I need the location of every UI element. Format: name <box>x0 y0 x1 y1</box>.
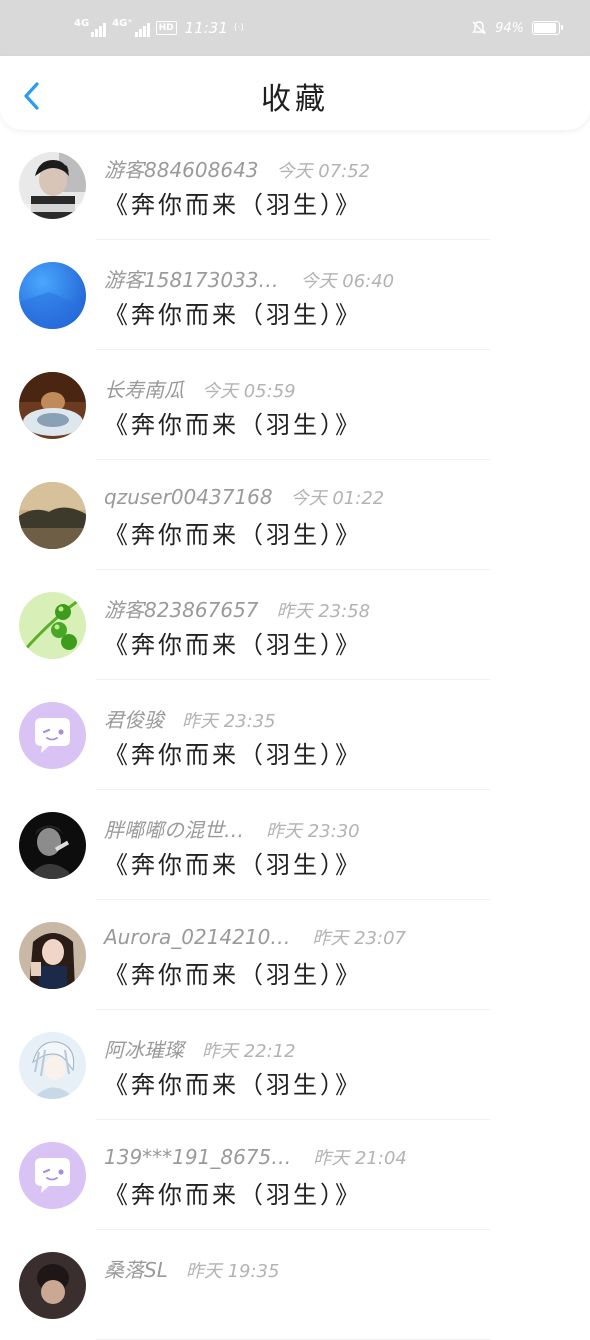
signal-icon-2: 4G⁺ <box>112 18 150 37</box>
timestamp: 今天 05:59 <box>202 381 296 402</box>
list-item[interactable]: qzuser00437168 今天 01:22 《奔你而来（羽生）》 <box>0 460 590 570</box>
page-title: 收藏 <box>261 82 329 117</box>
timestamp: 昨天 23:30 <box>266 821 360 842</box>
avatar[interactable] <box>19 922 86 989</box>
status-bar: 4G 4G⁺ HD 11:31 (·) 94% <box>0 0 590 56</box>
avatar[interactable] <box>19 812 86 879</box>
list-item[interactable]: 长寿南瓜 今天 05:59 《奔你而来（羽生）》 <box>0 350 590 460</box>
avatar-image <box>19 1252 86 1319</box>
user-name: 游客884608643 <box>104 158 259 182</box>
list-item[interactable]: 阿冰璀璨 昨天 22:12 《奔你而来（羽生）》 <box>0 1010 590 1120</box>
list-item[interactable]: 游客884608643 今天 07:52 《奔你而来（羽生）》 <box>0 130 590 240</box>
favorite-title: 《奔你而来（羽生）》 <box>104 741 362 769</box>
hd-badge: HD <box>155 21 177 35</box>
timestamp: 昨天 22:12 <box>202 1041 296 1062</box>
list-item[interactable]: 游客158173033… 今天 06:40 《奔你而来（羽生）》 <box>0 240 590 350</box>
signal-icon: 4G <box>74 18 107 37</box>
favorites-list: 游客884608643 今天 07:52 《奔你而来（羽生）》 游客15817303… <box>0 130 590 1340</box>
timestamp: 昨天 21:04 <box>313 1148 407 1169</box>
timestamp: 今天 06:40 <box>300 271 395 292</box>
avatar[interactable] <box>19 1252 86 1319</box>
favorite-title: 《奔你而来（羽生）》 <box>104 301 362 329</box>
nfc-icon: (·) <box>233 23 244 33</box>
battery-percent: 94% <box>495 20 524 36</box>
timestamp: 昨天 23:58 <box>276 601 371 622</box>
clock: 11:31 <box>184 19 228 37</box>
status-right: 94% <box>471 18 563 38</box>
item-meta: 游客884608643 今天 07:52 <box>104 154 370 183</box>
list-item[interactable]: 139***191_8675… 昨天 21:04 《奔你而来（羽生）》 <box>0 1120 590 1230</box>
avatar-image <box>19 922 86 989</box>
item-meta: 长寿南瓜 今天 05:59 <box>104 374 296 403</box>
favorite-title: 《奔你而来（羽生）》 <box>104 191 362 219</box>
timestamp: 昨天 23:07 <box>312 928 406 949</box>
network-type-1: 4G <box>74 18 90 29</box>
user-name: 君俊骏 <box>104 708 164 732</box>
avatar-image <box>19 152 86 219</box>
user-name: 长寿南瓜 <box>104 378 184 402</box>
timestamp: 昨天 23:35 <box>182 711 276 732</box>
user-name: Aurora_0214210… <box>104 925 291 949</box>
avatar[interactable] <box>19 482 86 549</box>
list-item[interactable]: 桑落SL 昨天 19:35 <box>0 1230 590 1340</box>
default-avatar-icon <box>19 702 86 769</box>
favorite-title: 《奔你而来（羽生）》 <box>104 521 362 549</box>
user-name: 胖嘟嘟の混世… <box>104 818 244 842</box>
timestamp: 昨天 19:35 <box>185 1261 280 1282</box>
item-meta: 139***191_8675… 昨天 21:04 <box>104 1144 407 1170</box>
item-meta: Aurora_0214210… 昨天 23:07 <box>104 924 406 950</box>
header: 收藏 <box>0 56 590 130</box>
avatar[interactable] <box>19 262 86 329</box>
default-avatar-icon <box>19 1142 86 1209</box>
favorite-title: 《奔你而来（羽生）》 <box>104 411 362 439</box>
avatar[interactable] <box>19 1032 86 1099</box>
user-name: 游客823867657 <box>104 598 259 622</box>
favorite-title: 《奔你而来（羽生）》 <box>104 961 362 989</box>
user-name: 桑落SL <box>104 1258 168 1282</box>
avatar[interactable] <box>19 1142 86 1209</box>
network-type-2: 4G⁺ <box>112 18 133 29</box>
item-meta: 胖嘟嘟の混世… 昨天 23:30 <box>104 814 360 843</box>
list-item[interactable]: 君俊骏 昨天 23:35 《奔你而来（羽生）》 <box>0 680 590 790</box>
avatar-image <box>19 482 86 549</box>
item-meta: 君俊骏 昨天 23:35 <box>104 704 276 733</box>
list-item[interactable]: Aurora_0214210… 昨天 23:07 《奔你而来（羽生）》 <box>0 900 590 1010</box>
battery-icon <box>532 21 563 35</box>
user-name: 139***191_8675… <box>104 1145 292 1169</box>
avatar[interactable] <box>19 152 86 219</box>
favorite-title: 《奔你而来（羽生）》 <box>104 1181 362 1209</box>
avatar-image <box>19 372 86 439</box>
avatar-image <box>19 1032 86 1099</box>
item-meta: 桑落SL 昨天 19:35 <box>104 1254 279 1283</box>
user-name: qzuser00437168 <box>104 485 273 509</box>
status-left: 4G 4G⁺ HD 11:31 (·) <box>74 18 244 38</box>
avatar-image <box>19 262 86 329</box>
battery-fill <box>534 23 557 33</box>
timestamp: 今天 01:22 <box>290 488 385 509</box>
favorite-title: 《奔你而来（羽生）》 <box>104 631 362 659</box>
silent-icon <box>472 21 486 35</box>
avatar[interactable] <box>19 702 86 769</box>
favorite-title: 《奔你而来（羽生）》 <box>104 1071 362 1099</box>
favorite-title: 《奔你而来（羽生）》 <box>104 851 362 879</box>
timestamp: 今天 07:52 <box>276 161 371 182</box>
user-name: 阿冰璀璨 <box>104 1038 184 1062</box>
list-item[interactable]: 游客823867657 昨天 23:58 《奔你而来（羽生）》 <box>0 570 590 680</box>
list-item[interactable]: 胖嘟嘟の混世… 昨天 23:30 《奔你而来（羽生）》 <box>0 790 590 900</box>
item-meta: 游客158173033… 今天 06:40 <box>104 264 394 293</box>
avatar-image <box>19 812 86 879</box>
item-meta: 阿冰璀璨 昨天 22:12 <box>104 1034 296 1063</box>
item-meta: 游客823867657 昨天 23:58 <box>104 594 370 623</box>
item-meta: qzuser00437168 今天 01:22 <box>104 484 384 510</box>
user-name: 游客158173033… <box>104 268 279 292</box>
avatar[interactable] <box>19 592 86 659</box>
avatar[interactable] <box>19 372 86 439</box>
avatar-image <box>19 592 86 659</box>
